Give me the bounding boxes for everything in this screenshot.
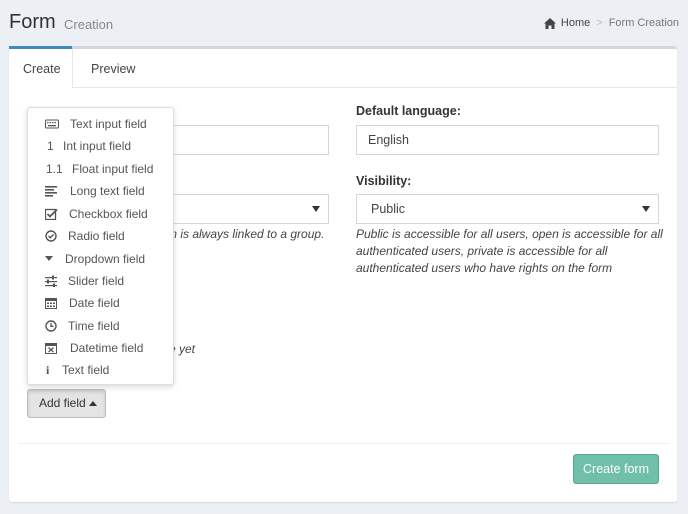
menu-item-checkbox[interactable]: Checkbox field <box>28 203 173 225</box>
caret-down-icon <box>45 256 53 261</box>
add-field-menu: Text input field 1 Int input field 1.1 F… <box>27 107 174 385</box>
visibility-select[interactable]: Public <box>356 194 659 224</box>
menu-item-label: Text input field <box>70 117 147 131</box>
float-icon: 1.1 <box>46 162 63 176</box>
calendar-icon <box>45 298 57 309</box>
page-title: Form <box>9 11 56 33</box>
tab-create[interactable]: Create <box>9 46 73 88</box>
menu-item-label: Checkbox field <box>69 207 148 221</box>
visibility-help-line-2: authenticated users, private is accessib… <box>356 244 608 258</box>
menu-item-label: Radio field <box>68 229 125 243</box>
add-field-label: Add field <box>39 396 86 410</box>
menu-item-radio[interactable]: Radio field <box>28 225 173 247</box>
menu-item-text-input[interactable]: Text input field <box>28 113 173 135</box>
menu-item-label: Date field <box>69 296 120 310</box>
clock-icon <box>45 320 57 332</box>
menu-item-float-input[interactable]: 1.1 Float input field <box>28 158 173 180</box>
visibility-help-line-1: Public is accessible for all users, open… <box>356 227 663 241</box>
menu-item-long-text[interactable]: Long text field <box>28 180 173 202</box>
menu-item-label: Datetime field <box>70 341 144 355</box>
int-icon: 1 <box>47 139 54 153</box>
calendar-times-icon <box>45 343 57 354</box>
chevron-down-icon <box>642 206 650 212</box>
visibility-label: Visibility: <box>356 174 412 188</box>
menu-item-slider[interactable]: Slider field <box>28 270 173 292</box>
menu-item-label: Float input field <box>72 162 154 176</box>
default-language-input[interactable]: English <box>356 125 659 155</box>
caret-up-icon <box>89 401 97 406</box>
footer-divider <box>18 443 668 444</box>
radio-icon <box>45 230 57 242</box>
breadcrumb: Home > Form Creation <box>543 17 679 29</box>
align-left-icon <box>45 186 57 197</box>
menu-item-label: Dropdown field <box>65 252 146 266</box>
menu-item-label: Time field <box>68 319 120 333</box>
group-help-text: rm is always linked to a group. <box>163 227 325 241</box>
breadcrumb-current: Form Creation <box>608 17 679 29</box>
breadcrumb-home-link[interactable]: Home <box>561 17 590 29</box>
page-header: Form Creation Home > Form Creation <box>9 8 679 38</box>
menu-item-datetime[interactable]: Datetime field <box>28 337 173 359</box>
visibility-help-line-3: authenticated users who have rights on t… <box>356 261 613 275</box>
visibility-value: Public <box>371 202 406 216</box>
menu-item-text[interactable]: i Text field <box>28 359 173 381</box>
keyboard-icon <box>45 119 59 129</box>
default-language-label: Default language: <box>356 104 461 118</box>
create-form-button[interactable]: Create form <box>573 454 659 484</box>
form-name-input[interactable] <box>160 125 329 155</box>
sliders-icon <box>45 275 57 287</box>
checkbox-icon <box>45 208 58 220</box>
add-field-button[interactable]: Add field <box>27 389 106 418</box>
info-icon: i <box>46 363 50 377</box>
menu-item-label: Slider field <box>68 274 125 288</box>
menu-item-time[interactable]: Time field <box>28 315 173 337</box>
menu-item-date[interactable]: Date field <box>28 292 173 314</box>
group-select[interactable] <box>160 194 329 224</box>
menu-item-int-input[interactable]: 1 Int input field <box>28 135 173 157</box>
menu-item-dropdown[interactable]: Dropdown field <box>28 248 173 270</box>
page-subtitle: Creation <box>64 17 114 32</box>
tab-bar: Create Preview <box>9 46 677 88</box>
chevron-down-icon <box>312 206 320 212</box>
menu-item-label: Long text field <box>70 184 145 198</box>
home-icon <box>543 17 556 29</box>
menu-item-label: Int input field <box>63 139 132 153</box>
tab-preview[interactable]: Preview <box>77 49 149 88</box>
menu-item-label: Text field <box>62 363 110 377</box>
breadcrumb-separator: > <box>596 17 603 29</box>
